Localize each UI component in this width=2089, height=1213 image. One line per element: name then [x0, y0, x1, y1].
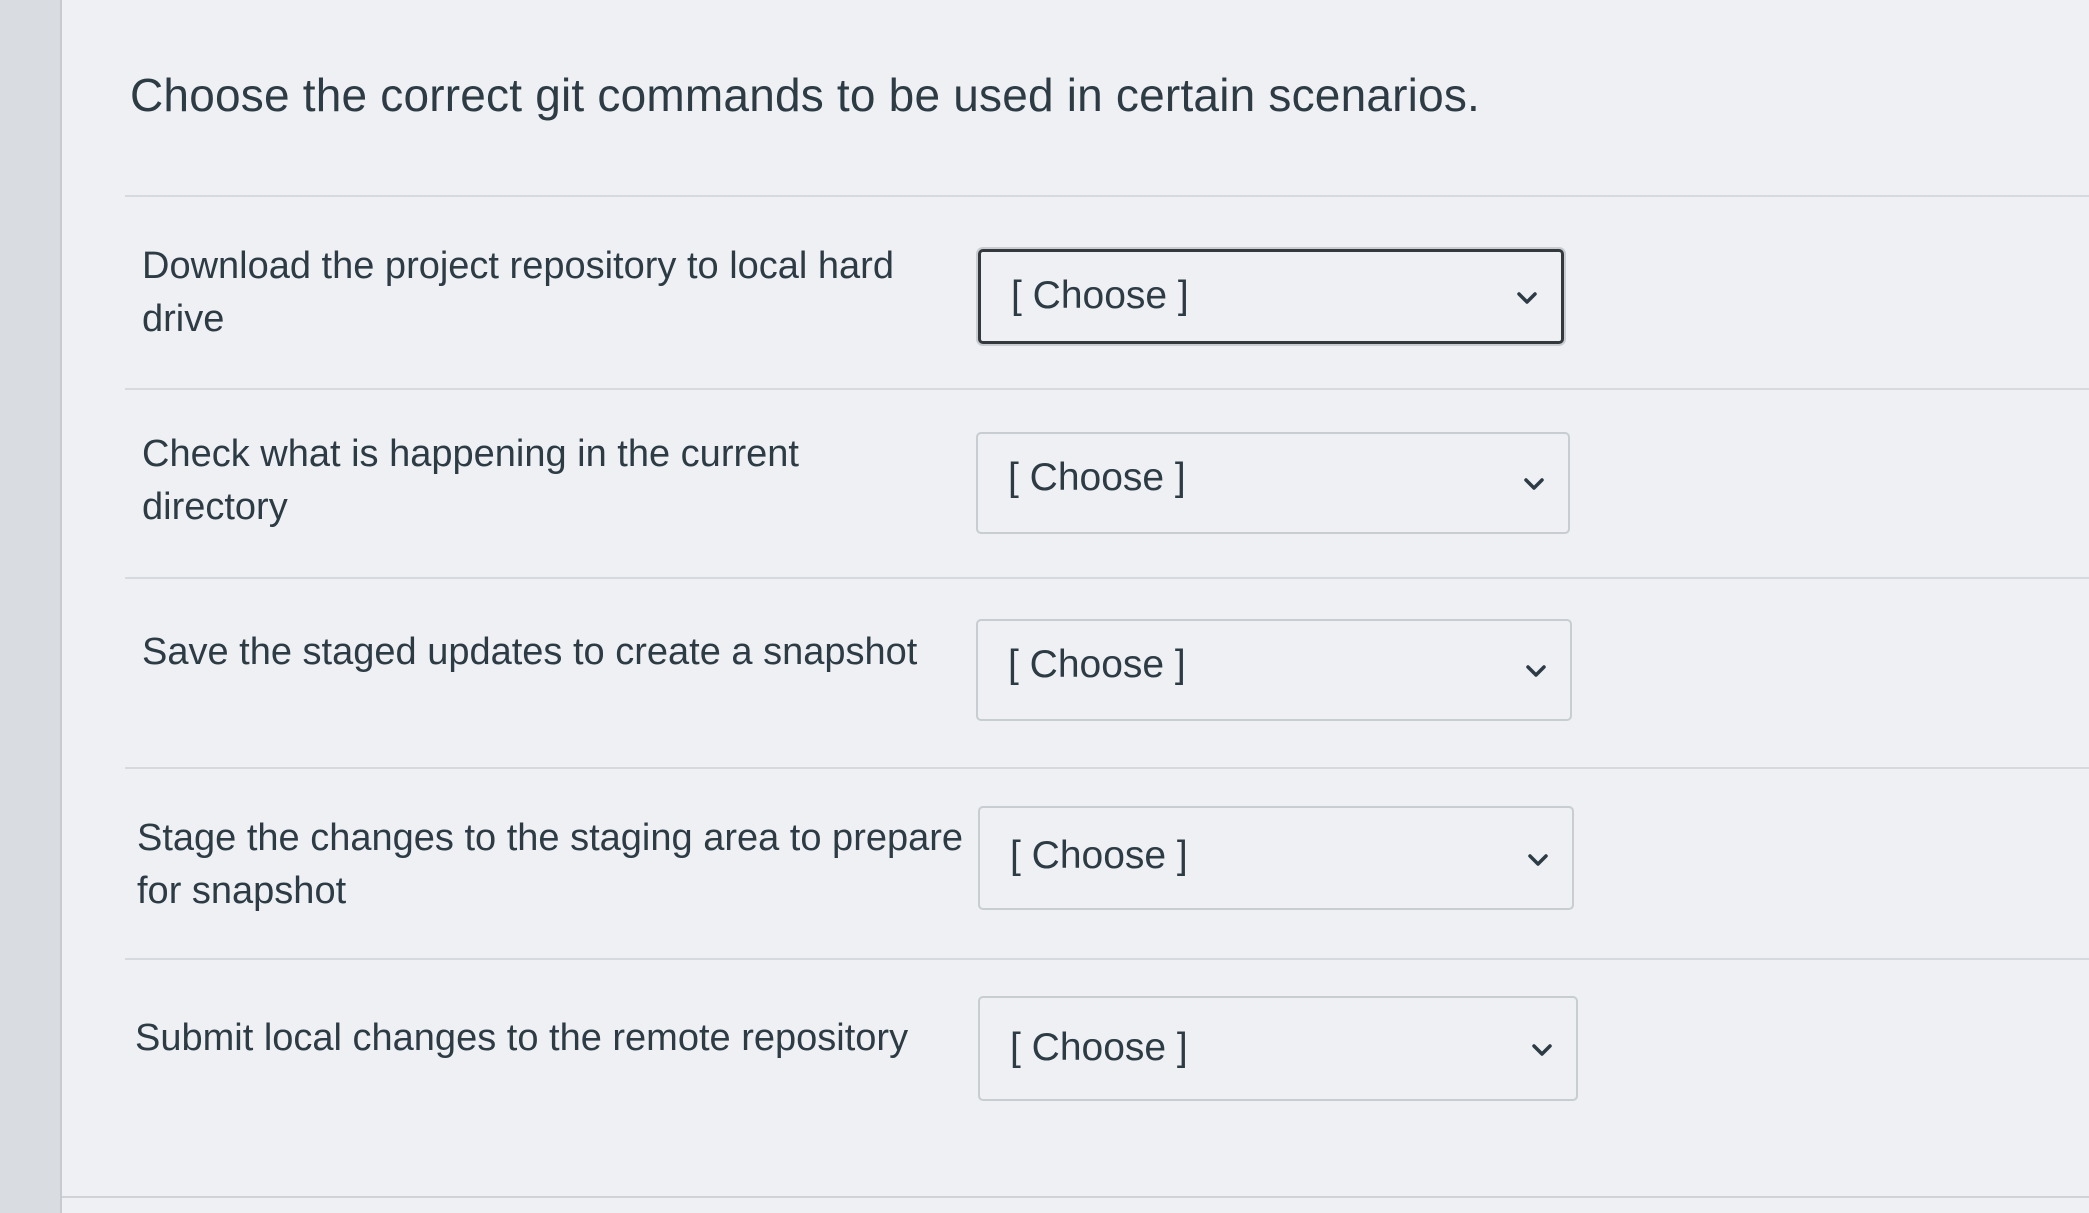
answer-select[interactable]: [ Choose ]	[976, 619, 1572, 721]
divider	[125, 767, 2089, 769]
answer-select[interactable]: [ Choose ]	[978, 249, 1564, 344]
chevron-down-icon	[1526, 848, 1550, 872]
divider	[125, 958, 2089, 960]
chevron-down-icon	[1522, 472, 1546, 496]
answer-select[interactable]: [ Choose ]	[978, 806, 1574, 910]
chevron-down-icon	[1524, 659, 1548, 683]
divider	[125, 577, 2089, 579]
row-label: Save the staged updates to create a snap…	[142, 631, 918, 673]
left-gutter	[0, 0, 62, 1213]
divider	[125, 388, 2089, 390]
divider	[125, 195, 2089, 197]
row-label: Stage the changes to the staging area to…	[137, 817, 964, 912]
answer-select[interactable]: [ Choose ]	[976, 432, 1570, 534]
select-value: [ Choose ]	[1010, 1026, 1188, 1069]
chevron-down-icon	[1530, 1038, 1554, 1062]
question-text: Choose the correct git commands to be us…	[130, 69, 1481, 121]
select-value: [ Choose ]	[1008, 643, 1186, 686]
row-label: Download the project repository to local…	[142, 245, 894, 340]
select-value: [ Choose ]	[1010, 834, 1188, 877]
answer-select[interactable]: [ Choose ]	[978, 996, 1578, 1101]
select-value: [ Choose ]	[1011, 274, 1189, 317]
row-label: Submit local changes to the remote repos…	[135, 1017, 909, 1059]
row-label: Check what is happening in the current d…	[142, 433, 799, 528]
select-value: [ Choose ]	[1008, 456, 1186, 499]
chevron-down-icon	[1515, 286, 1539, 310]
footer-divider	[62, 1196, 2089, 1198]
